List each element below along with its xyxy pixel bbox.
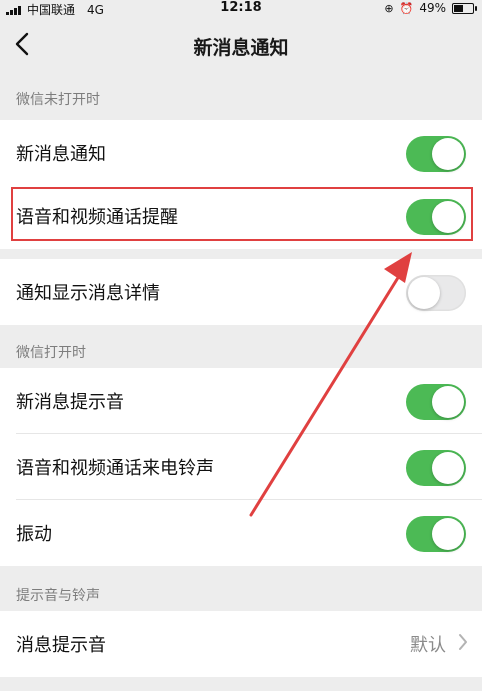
alarm-icon: ⏰ (399, 1, 414, 15)
toggle-knob (432, 452, 464, 484)
vibration-toggle[interactable] (406, 516, 466, 552)
setting-row-new-message: 新消息通知 (0, 120, 482, 186)
setting-row-voice-video-reminder: 语音和视频通话提醒 (0, 183, 482, 249)
rotation-lock-icon: ⊕ (384, 1, 394, 15)
setting-label: 语音和视频通话提醒 (16, 207, 178, 228)
setting-label: 振动 (16, 524, 52, 545)
section-header-closed: 微信未打开时 (16, 92, 100, 108)
voice-video-reminder-toggle[interactable] (406, 199, 466, 235)
setting-label: 新消息通知 (16, 144, 106, 165)
show-details-toggle[interactable] (406, 275, 466, 311)
battery-percent: 49% (419, 1, 446, 15)
setting-label: 通知显示消息详情 (16, 283, 160, 304)
page-title: 新消息通知 (193, 37, 289, 59)
toggle-knob (408, 277, 440, 309)
section-header-open: 微信打开时 (16, 345, 86, 361)
setting-value: 默认 (410, 635, 446, 656)
setting-label: 语音和视频通话来电铃声 (16, 458, 214, 479)
chevron-right-icon (458, 632, 468, 656)
navigation-bar: 新消息通知 (0, 17, 482, 77)
chevron-right-svg (459, 634, 467, 650)
setting-row-message-sound: 新消息提示音 (0, 368, 482, 434)
battery-icon (452, 2, 477, 14)
setting-row-show-details: 通知显示消息详情 (0, 259, 482, 325)
setting-row-call-ringtone: 语音和视频通话来电铃声 (0, 434, 482, 500)
status-bar: 中国联通 4G 12:18 ⊕ ⏰ 49% (0, 0, 482, 17)
call-ringtone-toggle[interactable] (406, 450, 466, 486)
setting-label: 消息提示音 (16, 635, 106, 656)
setting-label: 新消息提示音 (16, 392, 124, 413)
toggle-knob (432, 386, 464, 418)
section-header-sounds: 提示音与铃声 (16, 588, 100, 604)
setting-row-vibration: 振动 (0, 500, 482, 566)
new-message-toggle[interactable] (406, 136, 466, 172)
setting-row-message-tone[interactable]: 消息提示音 默认 (0, 611, 482, 677)
message-sound-toggle[interactable] (406, 384, 466, 420)
toggle-knob (432, 138, 464, 170)
status-right: ⊕ ⏰ 49% (384, 1, 477, 15)
toggle-knob (432, 201, 464, 233)
toggle-knob (432, 518, 464, 550)
